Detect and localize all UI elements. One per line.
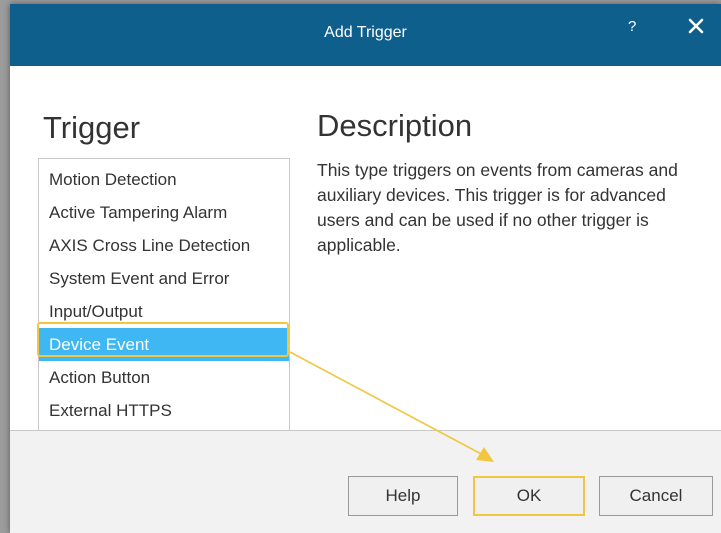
close-icon[interactable] bbox=[687, 17, 705, 35]
list-item-input-output[interactable]: Input/Output bbox=[39, 295, 289, 328]
list-item-active-tampering-alarm[interactable]: Active Tampering Alarm bbox=[39, 196, 289, 229]
list-item-motion-detection[interactable]: Motion Detection bbox=[39, 163, 289, 196]
description-heading: Description bbox=[317, 108, 473, 143]
trigger-heading: Trigger bbox=[43, 110, 141, 145]
help-icon[interactable]: ? bbox=[628, 18, 636, 35]
list-item-action-button[interactable]: Action Button bbox=[39, 361, 289, 394]
list-item-device-event[interactable]: Device Event bbox=[39, 328, 289, 361]
list-item-system-event-and-error[interactable]: System Event and Error bbox=[39, 262, 289, 295]
help-button[interactable]: Help bbox=[348, 476, 458, 516]
list-item-axis-cross-line-detection[interactable]: AXIS Cross Line Detection bbox=[39, 229, 289, 262]
list-item-external-https[interactable]: External HTTPS bbox=[39, 394, 289, 427]
dialog-title: Add Trigger bbox=[324, 24, 407, 41]
title-bar: Add Trigger ? bbox=[10, 4, 721, 66]
trigger-list[interactable]: Motion Detection Active Tampering Alarm … bbox=[38, 158, 290, 432]
ok-button[interactable]: OK bbox=[473, 476, 585, 516]
cancel-button[interactable]: Cancel bbox=[599, 476, 713, 516]
add-trigger-dialog: Add Trigger ? Trigger Description Motion… bbox=[10, 4, 721, 533]
description-text: This type triggers on events from camera… bbox=[317, 160, 678, 255]
